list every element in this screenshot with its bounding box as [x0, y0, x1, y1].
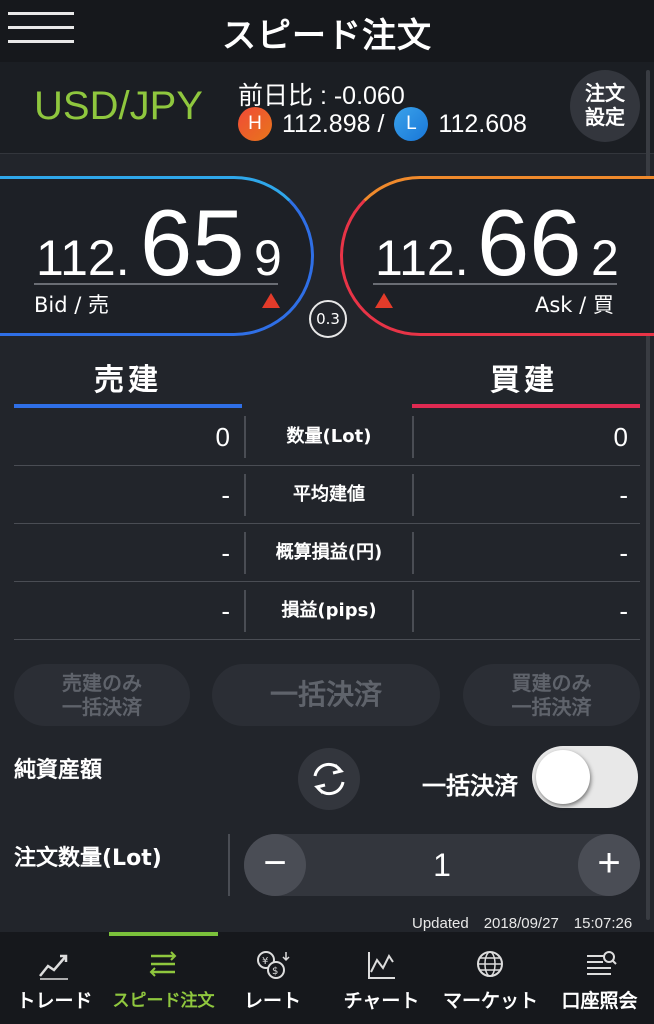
- tab-label: スピード注文: [112, 991, 215, 1011]
- speed-order-icon: [149, 951, 177, 977]
- buy-pnl-yen: -: [619, 538, 628, 568]
- button-label: 一括決済: [62, 695, 142, 719]
- position-row-avg-price: - 平均建値 -: [14, 466, 640, 524]
- tab-chart[interactable]: チャート: [327, 932, 436, 1024]
- settings-label-line2: 設定: [585, 105, 625, 129]
- quantity-stepper: − 1 +: [244, 834, 640, 896]
- ask-price-fraction: 2: [591, 230, 619, 286]
- tab-speed-order[interactable]: スピード注文: [109, 932, 218, 1024]
- page-title: スピード注文: [222, 16, 432, 56]
- bid-price-button[interactable]: 112. 65 9 Bid / 売: [0, 176, 314, 336]
- position-row-pnl-yen: - 概算損益(円) -: [14, 524, 640, 582]
- high-value: 112.898 /: [282, 109, 385, 138]
- currency-pair-bar: USD/JPY 前日比 : -0.060 H 112.898 / L 112.6…: [0, 62, 654, 154]
- position-row-pnl-pips: - 損益(pips) -: [14, 582, 640, 640]
- qty-divider: [228, 834, 230, 896]
- high-badge-icon: H: [238, 107, 272, 141]
- row-label: 概算損益(円): [275, 542, 383, 563]
- app-header: スピード注文: [0, 0, 654, 62]
- high-low-range: H 112.898 / L 112.608: [238, 107, 527, 141]
- refresh-button[interactable]: [298, 748, 360, 810]
- bid-price-fraction: 9: [254, 230, 282, 286]
- tab-trade[interactable]: トレード: [0, 932, 109, 1024]
- low-badge-icon: L: [394, 107, 429, 141]
- ask-label: Ask / 買: [535, 293, 614, 317]
- bottom-tab-bar: トレード スピード注文 ¥ $ レート チャート マーケット 口座照会: [0, 932, 654, 1024]
- sell-pnl-yen: -: [221, 538, 230, 568]
- bid-price-pips: 65: [140, 190, 245, 295]
- svg-text:¥: ¥: [262, 956, 268, 967]
- buy-close-all-button[interactable]: 買建のみ 一括決済: [463, 664, 640, 726]
- bulk-close-label: 一括決済: [422, 772, 518, 800]
- row-label: 損益(pips): [281, 600, 377, 621]
- sell-avg-price: -: [221, 480, 230, 510]
- sell-quantity: 0: [215, 422, 230, 452]
- globe-icon: [477, 951, 503, 977]
- tab-label: マーケット: [442, 990, 538, 1012]
- ask-price-prefix: 112.: [375, 230, 469, 286]
- buy-quantity: 0: [613, 422, 628, 452]
- bid-price-prefix: 112.: [36, 230, 130, 286]
- currency-pair[interactable]: USD/JPY: [34, 84, 203, 129]
- settings-label-line1: 注文: [585, 81, 625, 105]
- day-change: 前日比 : -0.060: [238, 82, 405, 110]
- row-label: 平均建値: [293, 484, 365, 505]
- net-assets-label: 純資産額: [14, 758, 103, 783]
- ask-price-pips: 66: [477, 190, 582, 295]
- ask-up-triangle-icon: [375, 293, 393, 308]
- sell-heading: 売建: [94, 363, 162, 398]
- refresh-icon: [313, 762, 345, 796]
- close-all-button[interactable]: 一括決済: [212, 664, 440, 726]
- decrease-button[interactable]: −: [244, 834, 306, 896]
- order-quantity-input[interactable]: 1: [306, 834, 578, 896]
- toggle-knob: [536, 750, 590, 804]
- order-quantity-label: 注文数量(Lot): [14, 846, 162, 871]
- ask-divider: [373, 283, 617, 285]
- tab-rate[interactable]: ¥ $ レート: [218, 932, 327, 1024]
- tab-label: トレード: [16, 990, 93, 1012]
- currency-rate-icon: ¥ $: [257, 951, 290, 979]
- increase-button[interactable]: +: [578, 834, 640, 896]
- sell-close-all-button[interactable]: 売建のみ 一括決済: [14, 664, 190, 726]
- buy-avg-price: -: [619, 480, 628, 510]
- tab-account[interactable]: 口座照会: [545, 932, 654, 1024]
- tab-label: 口座照会: [561, 990, 638, 1012]
- order-settings-button[interactable]: 注文 設定: [570, 70, 640, 142]
- line-chart-icon: [368, 952, 395, 979]
- low-value: 112.608: [438, 109, 527, 138]
- updated-timestamp: Updated 2018/09/27 15:07:26: [412, 915, 633, 932]
- buy-heading: 買建: [490, 363, 558, 398]
- active-tab-indicator: [109, 932, 218, 936]
- buy-pnl-pips: -: [619, 596, 628, 626]
- bulk-close-toggle[interactable]: [532, 746, 638, 808]
- button-label: 一括決済: [511, 695, 592, 719]
- bid-up-triangle-icon: [262, 293, 280, 308]
- position-row-quantity: 0 数量(Lot) 0: [14, 408, 640, 466]
- bid-divider: [34, 283, 278, 285]
- ask-price-button[interactable]: 112. 66 2 Ask / 買: [340, 176, 654, 336]
- tab-label: レート: [243, 990, 301, 1012]
- tab-label: チャート: [343, 990, 420, 1012]
- button-label: 売建のみ: [62, 671, 142, 695]
- svg-text:$: $: [272, 966, 278, 977]
- sell-pnl-pips: -: [221, 596, 230, 626]
- button-label: 買建のみ: [511, 671, 592, 695]
- trend-chart-icon: [39, 954, 68, 980]
- account-icon: [587, 951, 617, 975]
- spread-badge: 0.3: [309, 300, 347, 338]
- tab-market[interactable]: マーケット: [436, 932, 545, 1024]
- row-label: 数量(Lot): [286, 426, 372, 447]
- bid-label: Bid / 売: [34, 293, 109, 317]
